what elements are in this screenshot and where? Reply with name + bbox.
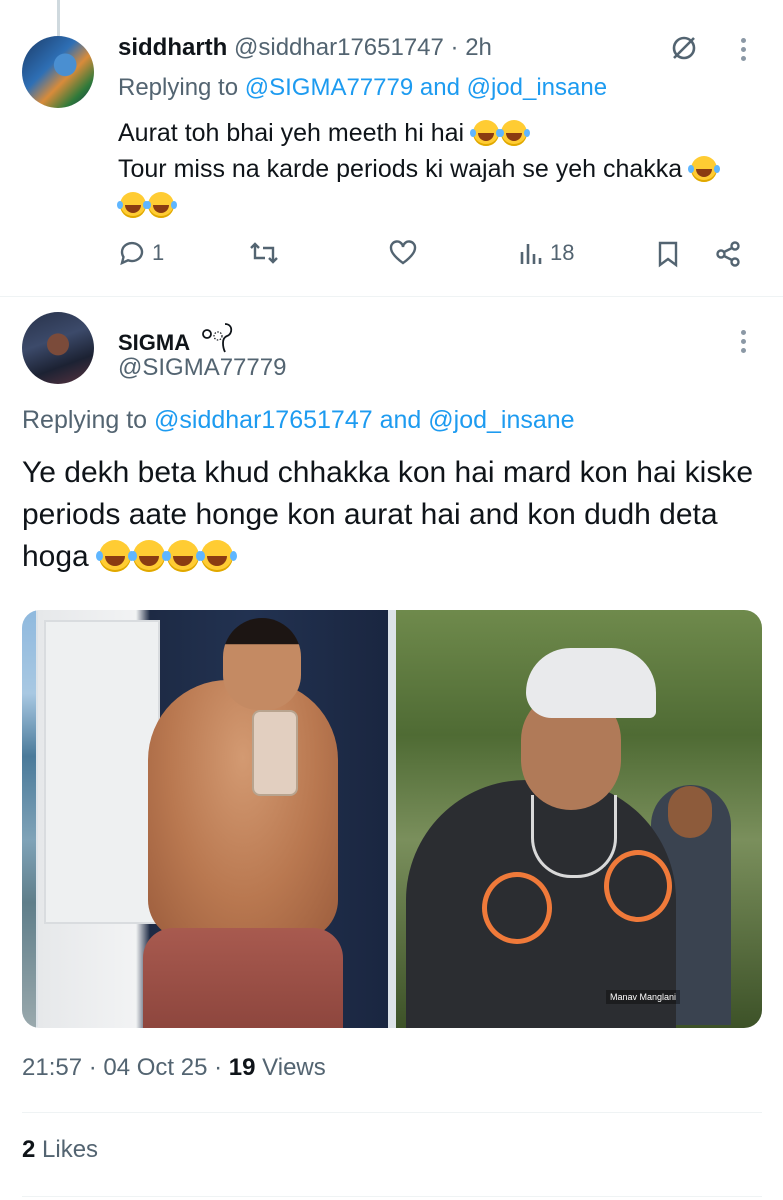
rofl-emoji-icon [164,540,200,572]
bookmark-icon [656,240,680,268]
avatar[interactable] [22,312,94,384]
avatar[interactable] [22,36,94,108]
replying-and: and [379,406,422,434]
divider [0,296,783,297]
replying-to: Replying to @siddhar17651747 and @jod_in… [22,406,575,435]
laughing-emoji-icon [688,156,718,182]
divider [22,1112,762,1113]
rofl-emoji-icon [130,540,166,572]
share-button[interactable] [714,240,742,268]
mention-link[interactable]: @siddhar17651747 [154,406,373,434]
mention-link[interactable]: @SIGMA77779 [245,74,413,101]
views-count: 19 [228,1054,256,1081]
mention-link[interactable]: @jod_insane [467,74,607,101]
likes-stat[interactable]: 2 Likes [22,1136,98,1164]
views-button[interactable]: 18 [518,240,574,266]
more-options-icon[interactable] [741,330,751,357]
tweet-text-line: Tour miss na karde periods ki wajah se y… [118,155,683,183]
analytics-icon [518,240,544,266]
tweet-time[interactable]: · 2h [451,34,492,61]
replying-prefix: Replying to [118,74,239,101]
media-image-partial[interactable] [22,610,36,1028]
tweet-time[interactable]: 21:57 [22,1054,82,1081]
reply-button[interactable]: 1 [118,240,164,266]
replying-prefix: Replying to [22,406,148,434]
bookmark-button[interactable] [656,240,680,268]
laughing-emoji-icon [145,192,174,218]
grok-icon[interactable] [670,34,698,62]
tweet-date[interactable]: 04 Oct 25 [103,1054,207,1081]
like-button[interactable] [388,240,418,266]
divider [22,1196,762,1197]
reply-icon [118,240,146,266]
more-options-icon[interactable] [741,38,751,65]
views-label: Views [262,1054,326,1081]
likes-count: 2 [22,1136,36,1163]
laughing-emoji-icon [117,192,146,218]
rofl-emoji-icon [96,540,132,572]
laughing-emoji-icon [470,120,500,146]
author-handle[interactable]: @SIGMA77779 [118,354,286,382]
author-handle[interactable]: @siddhar17651747 [234,34,444,61]
views-count: 18 [550,240,575,265]
thread-connector-line [57,0,60,36]
share-icon [714,240,742,268]
rofl-emoji-icon [198,540,234,572]
reply-count: 1 [152,240,165,265]
likes-label: Likes [42,1136,99,1163]
tweet-text: Aurat toh bhai yeh meeth hi hai Tour mis… [117,116,758,222]
retweet-button[interactable] [248,240,280,266]
replying-and: and [419,74,460,101]
annotation-circle [604,850,672,922]
replying-to: Replying to @SIGMA77779 and @jod_insane [118,74,607,102]
author-name[interactable]: SIGMA [118,330,189,355]
media-image-mirror-selfie[interactable] [38,610,388,1028]
tweet-meta: 21:57 · 04 Oct 25 · 19 Views [22,1054,326,1081]
tweet-text-line: Aurat toh bhai yeh meeth hi hai [118,119,465,147]
retweet-icon [248,240,280,266]
annotation-circle [482,872,552,944]
tweet-text: Ye dekh beta khud chhakka kon hai mard k… [22,452,762,578]
laughing-emoji-icon [498,120,528,146]
media-image-cap-man[interactable]: Manav Manglani [396,610,762,1028]
tweet-header: siddharth @siddhar17651747 · 2h [118,34,492,62]
media-watermark: Manav Manglani [606,990,681,1004]
mention-link[interactable]: @jod_insane [428,406,574,434]
media-gallery[interactable]: Manav Manglani [22,610,762,1028]
heart-icon [388,240,418,266]
author-name[interactable]: siddharth [118,34,227,61]
